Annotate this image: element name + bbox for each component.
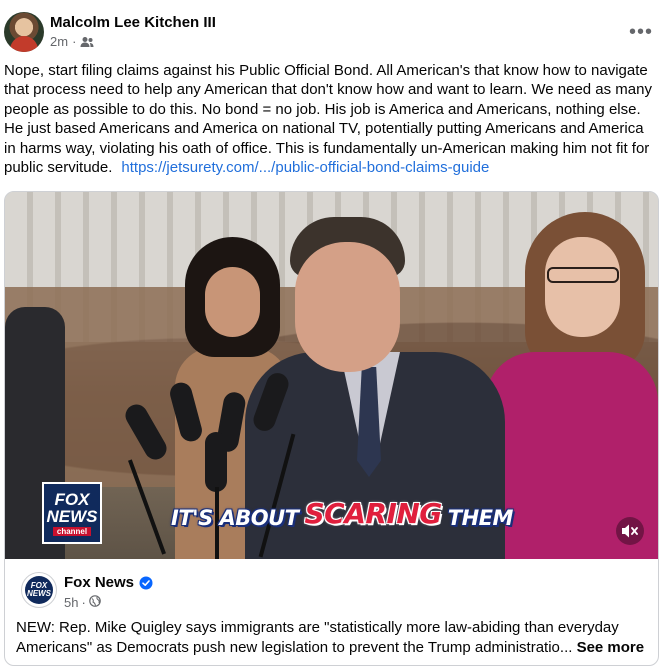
author-avatar[interactable] xyxy=(4,12,44,52)
verified-badge-icon xyxy=(139,576,153,590)
post-header: Malcolm Lee Kitchen III 2m · ••• xyxy=(4,10,659,54)
caption-part2: SCARING xyxy=(304,497,443,530)
logo-line2: NEWS xyxy=(46,506,98,526)
caption-part1: IT'S ABOUT xyxy=(171,506,299,530)
shared-text-body: NEW: Rep. Mike Quigley says immigrants a… xyxy=(16,619,619,656)
source-timestamp[interactable]: 5h xyxy=(64,595,78,610)
logo-line1: FOX xyxy=(54,489,90,509)
friends-icon[interactable] xyxy=(80,36,94,48)
fox-news-logo: FOX NEWS channel xyxy=(42,482,102,544)
source-name-text: Fox News xyxy=(64,574,135,591)
post-meta: 2m · xyxy=(50,34,94,49)
caption-part3: THEM xyxy=(447,506,514,530)
source-meta: 5h · xyxy=(64,595,101,610)
logo-line3: channel xyxy=(52,526,92,536)
post-timestamp[interactable]: 2m xyxy=(50,34,68,49)
see-more-link[interactable]: See more xyxy=(577,639,645,656)
speaker-muted-icon[interactable] xyxy=(616,517,644,545)
facebook-post: Malcolm Lee Kitchen III 2m · ••• Nope, s… xyxy=(0,0,663,667)
author-name[interactable]: Malcolm Lee Kitchen III xyxy=(50,14,216,31)
post-link[interactable]: https://jetsurety.com/.../public-officia… xyxy=(121,159,489,176)
video-caption: IT'S ABOUT SCARING THEM xyxy=(171,497,514,530)
source-name[interactable]: Fox News xyxy=(64,574,153,591)
meta-separator: · xyxy=(72,34,77,49)
globe-icon[interactable] xyxy=(89,595,101,610)
video-player[interactable]: FOX NEWS channel IT'S ABOUT SCARING THEM xyxy=(5,192,658,559)
source-avatar-line2: NEWS xyxy=(27,589,51,598)
more-options-button[interactable]: ••• xyxy=(625,18,657,46)
shared-post-text: NEW: Rep. Mike Quigley says immigrants a… xyxy=(16,618,646,657)
shared-source-header: FOX NEWS Fox News 5h · xyxy=(21,572,641,616)
shared-post-card[interactable]: FOX NEWS channel IT'S ABOUT SCARING THEM… xyxy=(4,191,659,666)
meta-separator: · xyxy=(81,595,86,610)
source-avatar[interactable]: FOX NEWS xyxy=(21,572,57,608)
post-body: Nope, start filing claims against his Pu… xyxy=(4,61,659,177)
